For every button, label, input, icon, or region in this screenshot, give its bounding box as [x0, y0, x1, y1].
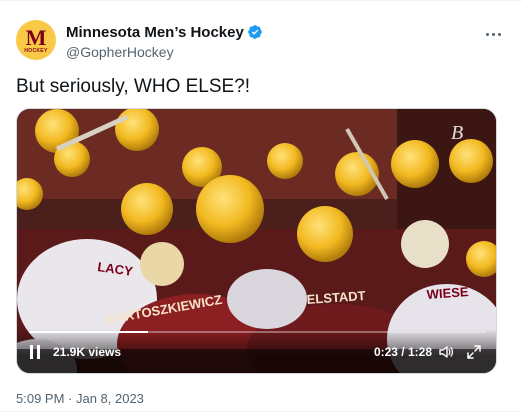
divider — [0, 0, 522, 1]
video-player[interactable]: LACY BARTOSZKIEWICZ ELSTADT WIESE B 21.9… — [16, 108, 497, 374]
progress-bar[interactable] — [29, 331, 486, 333]
tweet[interactable]: M HOCKEY Minnesota Men’s Hockey @GopherH… — [0, 0, 522, 412]
tweet-text: But seriously, WHO ELSE?! — [16, 76, 251, 97]
verified-badge-icon — [247, 25, 262, 39]
avatar-logo-letter: M — [25, 25, 47, 50]
avatar-logo-word: HOCKEY — [24, 48, 48, 54]
view-count: 21.9K views — [53, 345, 122, 359]
svg-text:B: B — [451, 122, 463, 144]
author-handle[interactable]: @GopherHockey — [66, 44, 263, 60]
author-block: Minnesota Men’s Hockey @GopherHockey — [66, 23, 263, 60]
tweet-timestamp[interactable]: 5:09 PM · Jan 8, 2023 — [16, 391, 144, 406]
more-options-icon[interactable] — [483, 27, 503, 41]
video-time: 0:23 / 1:28 — [373, 345, 432, 359]
author-name[interactable]: Minnesota Men’s Hockey — [66, 24, 244, 41]
pause-icon[interactable] — [29, 345, 41, 359]
volume-icon[interactable] — [438, 344, 454, 360]
progress-fill — [29, 331, 148, 333]
svg-text:WIESE: WIESE — [426, 284, 469, 302]
avatar[interactable]: M HOCKEY — [16, 20, 56, 60]
fullscreen-icon[interactable] — [466, 344, 482, 360]
